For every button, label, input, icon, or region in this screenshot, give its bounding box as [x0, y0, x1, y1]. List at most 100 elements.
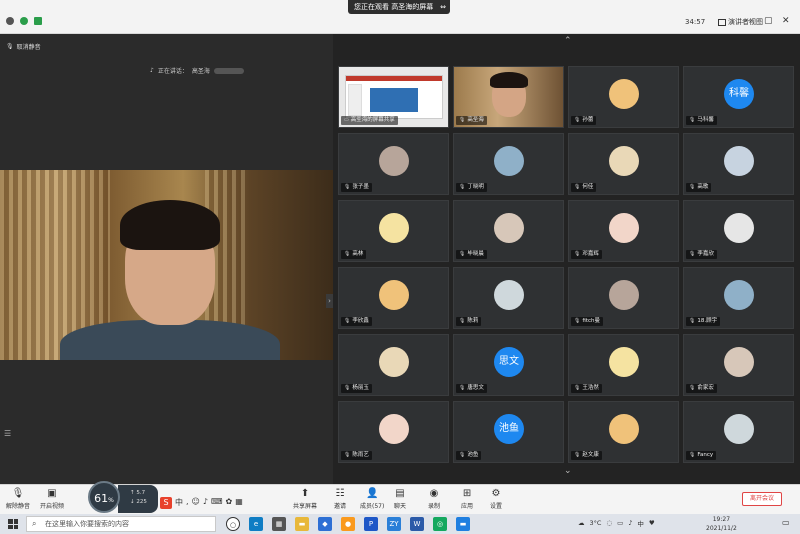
participant-label: 🎙 高圣海	[456, 116, 487, 125]
scroll-down-icon[interactable]: ⌄	[564, 466, 572, 476]
participant-name: 马科馨	[697, 117, 714, 123]
participant-tile[interactable]: 🎙 张子墨	[338, 133, 449, 195]
tray-app-icon[interactable]: ♥	[649, 519, 655, 527]
participant-tile[interactable]: 🎙 陈雨艺	[338, 401, 449, 463]
tray-ime[interactable]: 中	[637, 518, 644, 528]
task-view-icon[interactable]: ○	[226, 517, 240, 531]
muted-mic-icon: 🎙	[689, 117, 696, 123]
video-button[interactable]: ▣ 开启视频	[40, 487, 64, 510]
speaker-icon: ♪	[150, 67, 154, 74]
participant-tile[interactable]: 🎙 王浩然	[568, 334, 679, 396]
apps-label: 应用	[461, 503, 474, 510]
firefox-icon[interactable]: ●	[341, 517, 355, 531]
camera-off-icon: ▣	[47, 488, 57, 499]
pinned-p-icon[interactable]: P	[364, 517, 378, 531]
apps-button[interactable]: ⊞ 应用	[461, 487, 473, 510]
wechat-icon[interactable]: ◎	[433, 517, 447, 531]
participant-tile[interactable]: 🎙 高林	[338, 200, 449, 262]
taskbar-clock[interactable]: 19:27 2021/11/2	[706, 515, 737, 533]
participant-avatar	[724, 347, 754, 377]
stop-share-icon[interactable]: ⇔	[440, 0, 446, 14]
volume-icon[interactable]: ♪	[628, 519, 632, 527]
collapse-gallery-button[interactable]: ›	[326, 294, 333, 308]
participant-tile[interactable]: 🎙 邓嘉辉	[568, 200, 679, 262]
word-icon[interactable]: W	[410, 517, 424, 531]
ime-bar[interactable]: S 中 , ☺ ♪ ⌨ ✿ ▦	[160, 497, 243, 509]
share-label: 共享屏幕	[293, 503, 318, 510]
participant-tile[interactable]: 🎙 赵文康	[568, 401, 679, 463]
folder-icon[interactable]: ▬	[295, 517, 309, 531]
participant-tile[interactable]: 🎙 高圣海	[453, 66, 564, 128]
participant-tile[interactable]: 🎙 杨丽玉	[338, 334, 449, 396]
participant-tile[interactable]: 🎙 Fancy	[683, 401, 794, 463]
muted-mic-icon: 🎙	[344, 251, 351, 257]
shield-icon[interactable]	[20, 17, 28, 25]
meeting-app-icon[interactable]: ▬	[456, 517, 470, 531]
muted-mic-icon: 🎙	[459, 184, 466, 190]
zy-icon[interactable]: ZY	[387, 517, 401, 531]
participant-tile[interactable]: 池鱼 🎙 池鱼	[453, 401, 564, 463]
participant-name: 李嘉欣	[697, 251, 714, 257]
participant-avatar	[379, 146, 409, 176]
close-icon[interactable]: ✕	[782, 16, 790, 26]
participant-tile[interactable]: 🎙 丁晓明	[453, 133, 564, 195]
taskbar-search-input[interactable]: ⌕ 在这里输入你要搜索的内容	[26, 516, 216, 532]
chat-button[interactable]: ▤ 聊天	[394, 487, 406, 510]
network-icon[interactable]: ▭	[617, 519, 623, 527]
participant-name: 18.顾宇	[697, 318, 718, 324]
invite-button[interactable]: ☷ 邀请	[334, 487, 346, 510]
mic-icon: 🎙	[11, 488, 25, 499]
participant-tile[interactable]: 🎙 陈莉	[453, 267, 564, 329]
view-mode-button[interactable]: 演讲者视图	[718, 17, 763, 27]
participant-tile[interactable]: 🎙 何佳	[568, 133, 679, 195]
signal-icon[interactable]	[34, 17, 42, 25]
participant-tile[interactable]: 🎙 李嘉欣	[683, 200, 794, 262]
participant-tile[interactable]: 🎙 俞家宏	[683, 334, 794, 396]
participant-tile[interactable]: 思文 🎙 唐思文	[453, 334, 564, 396]
participant-tile[interactable]: ▭ 高圣海的屏幕共享	[338, 66, 449, 128]
weather-icon[interactable]: ☁	[578, 519, 585, 527]
participant-label: 🎙 高林	[341, 250, 367, 259]
meeting-timer: 34:57	[685, 18, 706, 26]
participant-label: 🎙 李嘉欣	[686, 250, 717, 259]
maximize-icon[interactable]: ▢	[764, 16, 773, 26]
participant-tile[interactable]: 科馨 🎙 马科馨	[683, 66, 794, 128]
leave-meeting-button[interactable]: 离开会议	[742, 492, 782, 506]
windows-start-icon[interactable]	[8, 519, 18, 529]
participant-label: 🎙 fitch曼	[571, 317, 603, 326]
edge-icon[interactable]: e	[249, 517, 263, 531]
share-screen-button[interactable]: ⬆ 共享屏幕	[293, 487, 317, 510]
notification-icon[interactable]: ▭	[782, 518, 790, 527]
scroll-up-icon[interactable]: ⌃	[564, 36, 572, 46]
mute-button[interactable]: 🎙 解除静音	[6, 487, 30, 510]
participant-tile[interactable]: 🎙 fitch曼	[568, 267, 679, 329]
participant-tile[interactable]: 🎙 高歌	[683, 133, 794, 195]
tray-chat-icon[interactable]: ◌	[606, 519, 612, 527]
files-icon[interactable]: ▦	[272, 517, 286, 531]
view-mode-label: 演讲者视图	[728, 18, 763, 26]
info-icon[interactable]	[6, 17, 14, 25]
participant-tile[interactable]: 🎙 孙蕾	[568, 66, 679, 128]
menu-icon[interactable]: ☰	[4, 429, 11, 438]
members-button[interactable]: 👤 成员(57)	[360, 487, 384, 510]
participant-tile[interactable]: 🎙 18.顾宇	[683, 267, 794, 329]
participant-name: 陈雨艺	[352, 452, 369, 458]
taskbar-search-placeholder: 在这里输入你要搜索的内容	[45, 520, 129, 528]
app-diamond-icon[interactable]: ◆	[318, 517, 332, 531]
participant-name: 邓嘉辉	[582, 251, 599, 257]
participant-label: 🎙 马科馨	[686, 116, 717, 125]
settings-label: 设置	[490, 503, 503, 510]
members-label: 成员(57)	[360, 503, 385, 510]
participant-avatar	[609, 146, 639, 176]
participant-avatar	[609, 414, 639, 444]
record-button[interactable]: ◉ 录制	[428, 487, 440, 510]
participant-tile[interactable]: 🎙 毕晓晨	[453, 200, 564, 262]
settings-button[interactable]: ⚙ 设置	[490, 487, 502, 510]
speaker-video[interactable]	[0, 170, 333, 360]
muted-mic-icon: 🎙	[689, 452, 696, 458]
unmute-hint[interactable]: 🎙 取消静音	[6, 42, 41, 51]
participant-label: 🎙 何佳	[571, 183, 597, 192]
participant-tile[interactable]: 🎙 李欣鑫	[338, 267, 449, 329]
minimize-icon[interactable]: –	[748, 16, 753, 26]
network-gauge[interactable]: 61%	[88, 481, 120, 513]
